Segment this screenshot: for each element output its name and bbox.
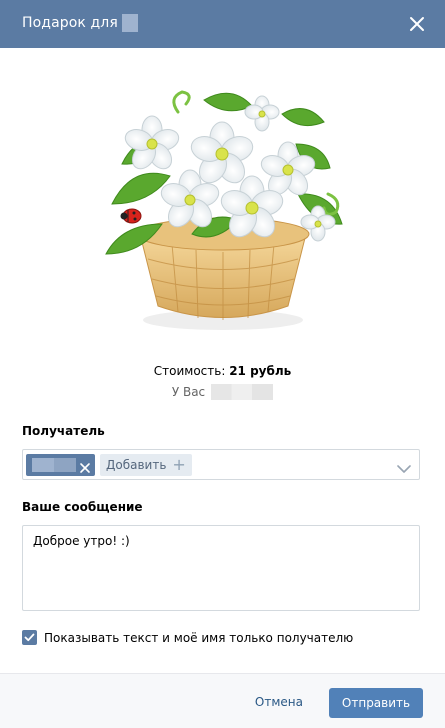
recipient-label: Получатель xyxy=(22,424,105,438)
balance-label: У Вас xyxy=(171,385,206,399)
dialog-footer: Отмена Отправить xyxy=(0,673,445,728)
close-button[interactable] xyxy=(407,14,427,34)
checkmark-icon xyxy=(24,633,35,642)
dialog-title: Подарок для xyxy=(22,14,138,32)
gift-image xyxy=(92,84,354,340)
privacy-checkbox[interactable] xyxy=(22,630,37,645)
message-textarea[interactable]: Доброе утро! :) xyxy=(22,525,420,611)
dialog-header: Подарок для xyxy=(0,0,445,48)
gift-dialog: Подарок для Стоимость: 21 рубль У Вас По… xyxy=(0,0,445,728)
remove-recipient-button[interactable] xyxy=(79,459,91,473)
close-icon xyxy=(80,463,90,473)
recipient-name-redacted xyxy=(121,14,138,32)
privacy-checkbox-label: Показывать текст и моё имя только получа… xyxy=(44,630,354,645)
recipient-chip-name-redacted xyxy=(32,458,76,472)
recipient-dropdown-toggle[interactable] xyxy=(397,459,411,473)
price-value: 21 рубль xyxy=(229,364,292,378)
send-button[interactable]: Отправить xyxy=(329,688,423,718)
recipient-chip[interactable] xyxy=(26,454,95,476)
gift-price: Стоимость: 21 рубль xyxy=(0,364,445,378)
message-label: Ваше сообщение xyxy=(22,500,143,514)
flower-basket-image xyxy=(105,90,343,330)
privacy-checkbox-row[interactable]: Показывать текст и моё имя только получа… xyxy=(22,630,353,645)
balance-value-redacted xyxy=(211,384,274,400)
price-label: Стоимость: xyxy=(153,364,226,378)
close-icon xyxy=(410,17,424,31)
add-recipient-label: Добавить xyxy=(106,458,167,472)
user-balance: У Вас xyxy=(0,384,445,400)
recipient-selector[interactable]: Добавить + xyxy=(22,449,420,480)
add-recipient-button[interactable]: Добавить + xyxy=(100,454,192,476)
plus-icon: + xyxy=(172,455,186,474)
cancel-button[interactable]: Отмена xyxy=(255,695,303,709)
dialog-title-text: Подарок для xyxy=(22,15,118,31)
chevron-down-icon xyxy=(397,465,411,473)
